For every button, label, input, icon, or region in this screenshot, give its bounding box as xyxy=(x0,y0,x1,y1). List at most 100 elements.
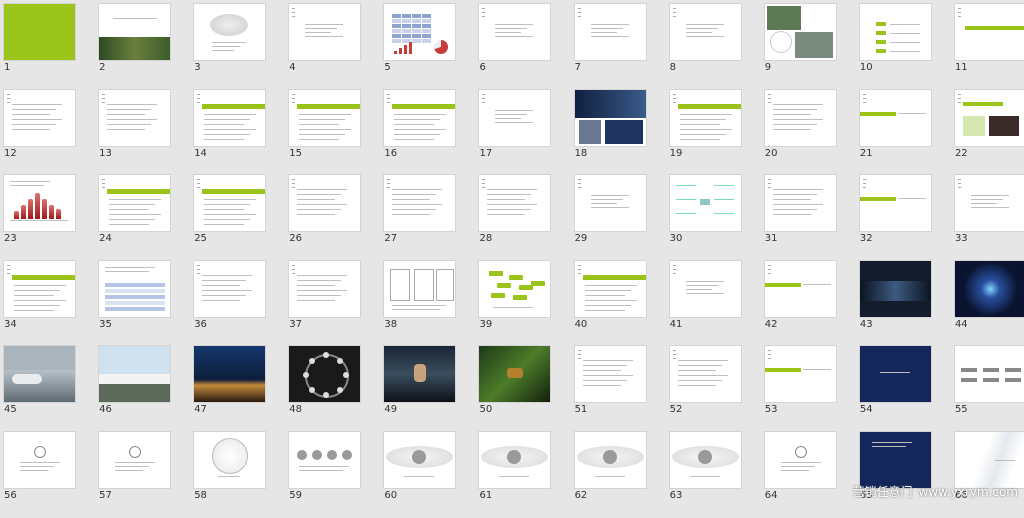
slide-thumbnail-1[interactable]: 1 xyxy=(0,4,95,90)
slide-preview[interactable] xyxy=(4,346,75,403)
slide-preview[interactable] xyxy=(194,175,266,232)
slide-preview[interactable] xyxy=(954,4,1024,60)
slide-preview[interactable] xyxy=(764,175,836,232)
slide-thumbnail-4[interactable]: 4 xyxy=(285,4,380,90)
slide-preview[interactable] xyxy=(289,260,361,317)
slide-preview[interactable] xyxy=(4,4,75,60)
slide-preview[interactable] xyxy=(764,4,836,60)
slide-thumbnail-28[interactable]: 28 xyxy=(475,175,570,261)
slide-thumbnail-9[interactable]: 9 xyxy=(761,4,856,90)
slide-preview[interactable] xyxy=(289,175,361,232)
slide-preview[interactable] xyxy=(99,89,171,146)
slide-preview[interactable] xyxy=(954,431,1024,488)
slide-preview[interactable] xyxy=(479,175,551,232)
slide-thumbnail-26[interactable]: 26 xyxy=(285,175,380,261)
slide-preview[interactable] xyxy=(574,4,646,60)
slide-preview[interactable] xyxy=(859,89,931,146)
slide-preview[interactable] xyxy=(669,431,741,488)
slide-thumbnail-31[interactable]: 31 xyxy=(761,175,856,261)
slide-preview[interactable] xyxy=(479,4,551,60)
slide-preview[interactable] xyxy=(384,431,456,488)
slide-thumbnail-16[interactable]: 16 xyxy=(380,89,475,176)
slide-preview[interactable] xyxy=(289,4,361,60)
slide-preview[interactable] xyxy=(574,260,646,317)
slide-thumbnail-45[interactable]: 45 xyxy=(0,346,95,432)
slide-preview[interactable] xyxy=(99,260,171,317)
slide-thumbnail-63[interactable]: 63 xyxy=(666,431,761,518)
slide-preview[interactable] xyxy=(859,175,931,232)
slide-thumbnail-24[interactable]: 24 xyxy=(95,175,190,261)
slide-thumbnail-5[interactable]: 5 xyxy=(380,4,475,90)
slide-thumbnail-40[interactable]: 40 xyxy=(571,260,666,347)
slide-preview[interactable] xyxy=(384,4,456,60)
slide-preview[interactable] xyxy=(764,260,836,317)
slide-preview[interactable] xyxy=(669,89,741,146)
slide-thumbnail-53[interactable]: 53 xyxy=(761,346,856,432)
slide-preview[interactable] xyxy=(954,89,1024,146)
slide-thumbnail-50[interactable]: 50 xyxy=(475,346,570,432)
slide-preview[interactable] xyxy=(289,431,361,488)
slide-thumbnail-48[interactable]: 48 xyxy=(285,346,380,432)
slide-thumbnail-42[interactable]: 42 xyxy=(761,260,856,347)
slide-thumbnail-14[interactable]: 14 xyxy=(190,89,285,176)
slide-thumbnail-32[interactable]: 32 xyxy=(856,175,951,261)
slide-preview[interactable] xyxy=(669,346,741,403)
slide-preview[interactable] xyxy=(4,175,75,232)
slide-thumbnail-20[interactable]: 20 xyxy=(761,89,856,176)
slide-thumbnail-2[interactable]: 2 xyxy=(95,4,190,90)
slide-thumbnail-62[interactable]: 62 xyxy=(571,431,666,518)
slide-thumbnail-30[interactable]: 30 xyxy=(666,175,761,261)
slide-thumbnail-22[interactable]: 22 xyxy=(951,89,1024,176)
slide-preview[interactable] xyxy=(479,260,551,317)
slide-thumbnail-33[interactable]: 33 xyxy=(951,175,1024,261)
slide-thumbnail-3[interactable]: 3 xyxy=(190,4,285,90)
slide-thumbnail-58[interactable]: 58 xyxy=(190,431,285,518)
slide-thumbnail-54[interactable]: 54 xyxy=(856,346,951,432)
slide-thumbnail-29[interactable]: 29 xyxy=(571,175,666,261)
slide-preview[interactable] xyxy=(4,431,75,488)
slide-preview[interactable] xyxy=(669,175,741,232)
slide-preview[interactable] xyxy=(384,346,456,403)
slide-thumbnail-52[interactable]: 52 xyxy=(666,346,761,432)
slide-thumbnail-17[interactable]: 17 xyxy=(475,89,570,176)
slide-thumbnail-19[interactable]: 19 xyxy=(666,89,761,176)
slide-preview[interactable] xyxy=(4,260,75,317)
slide-thumbnail-34[interactable]: 34 xyxy=(0,260,95,347)
slide-preview[interactable] xyxy=(4,89,75,146)
slide-preview[interactable] xyxy=(669,260,741,317)
slide-preview[interactable] xyxy=(574,346,646,403)
slide-thumbnail-25[interactable]: 25 xyxy=(190,175,285,261)
slide-preview[interactable] xyxy=(574,89,646,146)
slide-thumbnail-64[interactable]: 64 xyxy=(761,431,856,518)
slide-preview[interactable] xyxy=(99,175,171,232)
slide-preview[interactable] xyxy=(954,260,1024,317)
slide-thumbnail-56[interactable]: 56 xyxy=(0,431,95,518)
slide-thumbnail-41[interactable]: 41 xyxy=(666,260,761,347)
slide-thumbnail-36[interactable]: 36 xyxy=(190,260,285,347)
slide-preview[interactable] xyxy=(954,346,1024,403)
slide-preview[interactable] xyxy=(289,346,361,403)
slide-thumbnail-13[interactable]: 13 xyxy=(95,89,190,176)
slide-thumbnail-8[interactable]: 8 xyxy=(666,4,761,90)
slide-preview[interactable] xyxy=(384,260,456,317)
slide-thumbnail-38[interactable]: 38 xyxy=(380,260,475,347)
slide-thumbnail-65[interactable]: 65 xyxy=(856,431,951,518)
slide-preview[interactable] xyxy=(764,431,836,488)
slide-thumbnail-39[interactable]: 39 xyxy=(475,260,570,347)
slide-preview[interactable] xyxy=(194,4,266,60)
slide-thumbnail-61[interactable]: 61 xyxy=(475,431,570,518)
slide-thumbnail-21[interactable]: 21 xyxy=(856,89,951,176)
slide-thumbnail-44[interactable]: 44 xyxy=(951,260,1024,347)
slide-preview[interactable] xyxy=(859,260,931,317)
slide-preview[interactable] xyxy=(764,89,836,146)
slide-preview[interactable] xyxy=(859,4,931,60)
slide-preview[interactable] xyxy=(99,346,171,403)
slide-preview[interactable] xyxy=(479,431,551,488)
slide-thumbnail-60[interactable]: 60 xyxy=(380,431,475,518)
slide-thumbnail-35[interactable]: 35 xyxy=(95,260,190,347)
slide-preview[interactable] xyxy=(194,431,266,488)
slide-preview[interactable] xyxy=(479,89,551,146)
slide-thumbnail-43[interactable]: 43 xyxy=(856,260,951,347)
slide-thumbnail-23[interactable]: 23 xyxy=(0,175,95,261)
slide-thumbnail-55[interactable]: 55 xyxy=(951,346,1024,432)
